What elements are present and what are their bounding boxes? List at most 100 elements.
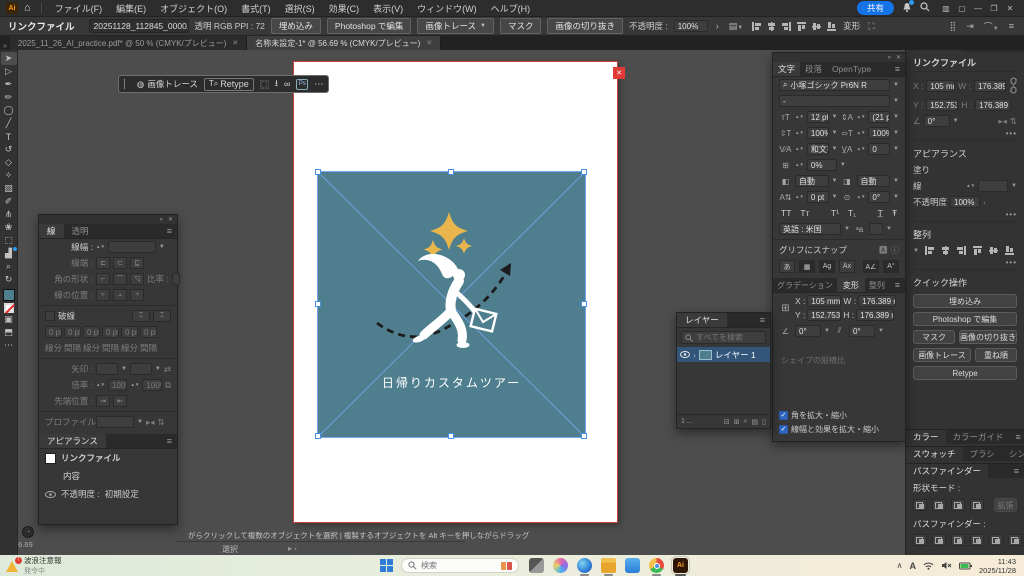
- selection-handle[interactable]: [315, 433, 321, 439]
- hscale-stepper[interactable]: ▲▼: [857, 131, 866, 135]
- wifi-icon[interactable]: [923, 561, 934, 570]
- tab-opentype[interactable]: OpenType: [827, 62, 876, 76]
- miter-join-icon[interactable]: ⌐: [96, 273, 110, 285]
- kerning-field[interactable]: 和文等幅: [807, 143, 829, 155]
- selection-handle[interactable]: [581, 301, 587, 307]
- stroke-center-icon[interactable]: ⫟: [96, 289, 110, 301]
- close-button[interactable]: ✕: [1002, 4, 1018, 13]
- taskbar-clock[interactable]: 11:43 2025/11/28: [979, 557, 1016, 575]
- blend-tool[interactable]: ⋔: [1, 208, 17, 221]
- baseline-stepper[interactable]: ▲▼: [795, 195, 804, 199]
- trim-icon[interactable]: [932, 534, 946, 546]
- panel-menu-icon[interactable]: ≡: [162, 434, 177, 448]
- align-middle-icon[interactable]: [811, 21, 822, 32]
- status-nav-arrows[interactable]: ▸ ‹: [288, 544, 297, 553]
- selection-handle[interactable]: [581, 169, 587, 175]
- font-size-stepper[interactable]: ▲▼: [795, 115, 804, 119]
- intersect-icon[interactable]: [951, 499, 965, 511]
- hidden-icons-chevron[interactable]: ∧: [897, 561, 903, 570]
- snap-angular-guide-icon[interactable]: A∠: [863, 260, 879, 273]
- taskbar-weather-widget[interactable]: ! 波浪注意報 発令中: [0, 555, 170, 576]
- selection-handle[interactable]: [448, 433, 454, 439]
- tab-layers[interactable]: レイヤー: [677, 313, 727, 327]
- fill-color-swatch[interactable]: [3, 289, 15, 301]
- document-tab-active[interactable]: 名称未設定-1* @ 56.69 % (CMYK/プレビュー)✕: [247, 36, 441, 50]
- snap-x-height-icon[interactable]: Ax: [839, 260, 855, 273]
- align-middle-icon[interactable]: [988, 245, 999, 256]
- shear-angle-field[interactable]: 0°: [849, 325, 875, 337]
- menu-item-object[interactable]: オブジェクト(O): [153, 2, 234, 15]
- transform-x-field[interactable]: 105 mm: [807, 295, 841, 307]
- dock-angle-field[interactable]: 0°: [924, 115, 950, 127]
- dock-h-field[interactable]: 176.389: [975, 99, 1011, 111]
- baseline-field[interactable]: 0 pt: [807, 191, 829, 203]
- battery-icon[interactable]: [959, 562, 972, 570]
- align-to-dropdown[interactable]: ▼: [913, 248, 919, 254]
- layer-visibility-eye-icon[interactable]: [680, 351, 690, 358]
- selection-handle[interactable]: [315, 301, 321, 307]
- dock-w-field[interactable]: 176.389: [974, 80, 1006, 92]
- mask-button[interactable]: マスク: [500, 18, 542, 34]
- aki-left-field[interactable]: 自動: [795, 175, 829, 187]
- transform-link[interactable]: 変形: [843, 20, 860, 32]
- tab-character[interactable]: 文字: [773, 62, 800, 76]
- dock-stroke-weight-field[interactable]: [978, 180, 1008, 192]
- tab-brushes[interactable]: ブラシ: [963, 447, 1002, 461]
- zoom-tool[interactable]: ⌕: [1, 260, 17, 273]
- pen-tool[interactable]: ✒: [1, 78, 17, 91]
- underline-icon[interactable]: T̲: [878, 208, 883, 218]
- snap-baseline-icon[interactable]: ▦: [799, 260, 815, 273]
- tab-pathfinder[interactable]: パスファインダー: [906, 464, 988, 478]
- quick-retype-button[interactable]: Retype: [913, 366, 1017, 380]
- file-explorer-icon[interactable]: [601, 558, 616, 573]
- embed-button[interactable]: 埋め込み: [271, 18, 321, 34]
- volume-muted-icon[interactable]: [941, 561, 952, 570]
- flip-along-icon[interactable]: ▸◂: [146, 417, 155, 428]
- leading-stepper[interactable]: ▲▼: [857, 115, 866, 119]
- taskbar-search-input[interactable]: [421, 561, 481, 570]
- crop-icon[interactable]: ⿴: [260, 78, 269, 91]
- outline-icon[interactable]: [989, 534, 1003, 546]
- appearance-row-opacity[interactable]: 不透明度 :初期設定: [39, 485, 177, 503]
- placed-image[interactable]: 日帰りカスタムツアー: [318, 172, 585, 437]
- screen-mode-icon[interactable]: ⋯: [1, 339, 17, 352]
- selection-tool[interactable]: ➤: [1, 52, 17, 65]
- rotate-canvas-tool[interactable]: ↻: [1, 273, 17, 286]
- minimize-button[interactable]: —: [970, 4, 986, 13]
- quick-image-trace-button[interactable]: 画像トレース: [913, 348, 971, 362]
- home-icon[interactable]: ⌂: [24, 2, 31, 14]
- unite-shape-icon[interactable]: [913, 499, 927, 511]
- link-scale-icon[interactable]: ⧉: [165, 380, 171, 391]
- tab-swatches[interactable]: スウォッチ: [906, 447, 963, 461]
- rotate-tool[interactable]: ↺: [1, 143, 17, 156]
- taskbar-search-box[interactable]: [401, 558, 519, 573]
- paintbrush-tool[interactable]: ✏: [1, 91, 17, 104]
- horizontal-scale-field[interactable]: 100%: [868, 127, 890, 139]
- scale-strokes-checkbox[interactable]: ✓: [779, 425, 788, 434]
- menu-item-effect[interactable]: 効果(C): [322, 2, 367, 15]
- scale-tool[interactable]: ◇: [1, 156, 17, 169]
- snap-anchor-icon[interactable]: A°: [883, 260, 899, 273]
- tab-gradient[interactable]: グラデーション: [773, 278, 837, 292]
- store-icon[interactable]: [625, 558, 640, 573]
- transform-y-field[interactable]: 152.753 n: [807, 309, 841, 321]
- divide-icon[interactable]: [913, 534, 927, 546]
- tracking-stepper[interactable]: ▲▼: [857, 147, 866, 151]
- align-left-icon[interactable]: [751, 21, 762, 32]
- transform-w-field[interactable]: 176.389 n: [858, 295, 896, 307]
- tab-overflow-icon[interactable]: »: [0, 43, 10, 50]
- font-family-field[interactable]: ⌕小塚ゴシック Pr6N R: [779, 79, 890, 91]
- all-caps-icon[interactable]: TT: [781, 208, 791, 218]
- eyedropper-tool[interactable]: ✐: [1, 195, 17, 208]
- strikethrough-icon[interactable]: Ŧ: [892, 208, 897, 218]
- vertical-scale-field[interactable]: 100%: [807, 127, 829, 139]
- close-icon[interactable]: ✕: [896, 54, 901, 61]
- arrow-start-field[interactable]: [96, 363, 118, 375]
- opacity-chevron-icon[interactable]: ›: [714, 21, 721, 31]
- flip-vertical-icon[interactable]: ⇅: [1010, 116, 1017, 127]
- selection-handle[interactable]: [315, 169, 321, 175]
- exclude-icon[interactable]: [970, 499, 984, 511]
- opacity-chevron-icon[interactable]: ›: [983, 197, 986, 207]
- document-tab[interactable]: 2025_11_26_AI_practice.pdf* @ 50 % (CMYK…: [10, 36, 247, 50]
- dash-field[interactable]: 0 pt: [121, 326, 138, 338]
